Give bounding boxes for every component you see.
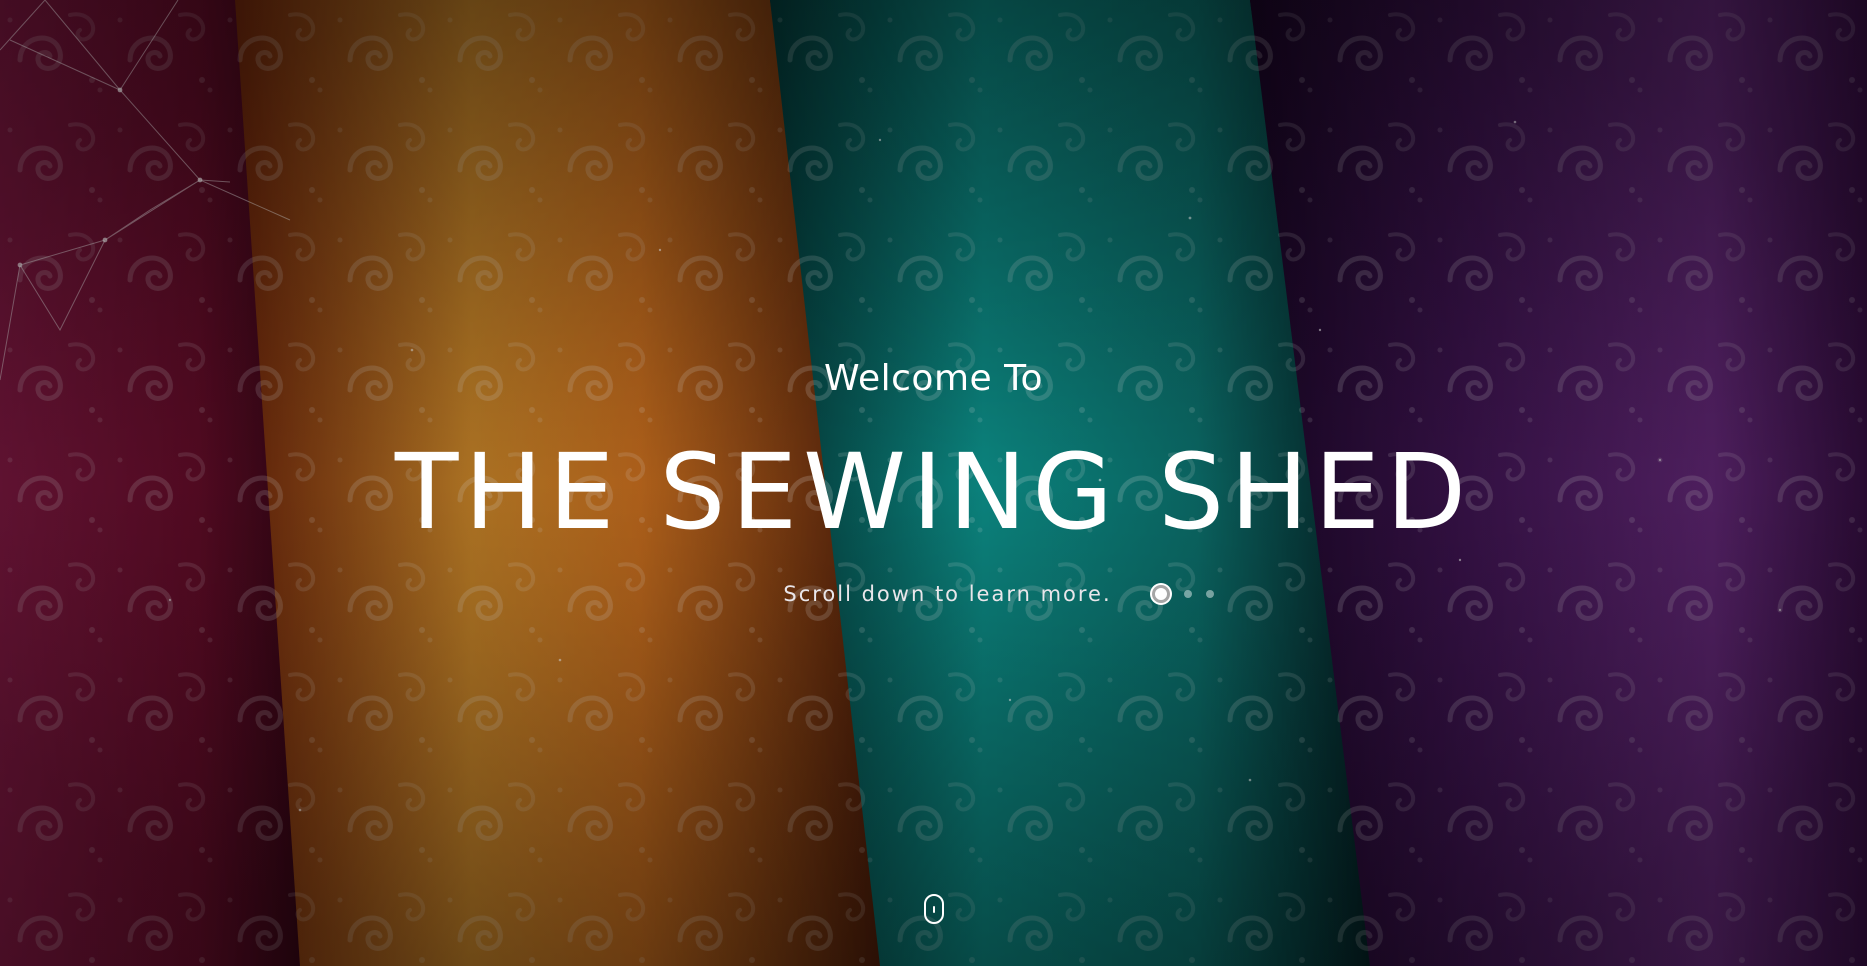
slider-dot-2[interactable] [1183, 590, 1192, 598]
welcome-heading: Welcome To [823, 358, 1043, 399]
slider-pagination [1151, 585, 1214, 603]
mouse-wheel-indicator [933, 906, 935, 913]
hero-content: Welcome To THE SEWING SHED Scroll down t… [0, 0, 1867, 966]
slider-dot-3[interactable] [1205, 590, 1214, 598]
mouse-scroll-icon[interactable] [924, 894, 944, 924]
subtitle-text: Scroll down to learn more. [783, 582, 1112, 606]
site-title: THE SEWING SHED [394, 431, 1473, 553]
subtitle-row: Scroll down to learn more. [0, 582, 1867, 606]
slider-dot-1[interactable] [1151, 585, 1170, 603]
hero-section: Welcome To THE SEWING SHED Scroll down t… [0, 0, 1867, 966]
